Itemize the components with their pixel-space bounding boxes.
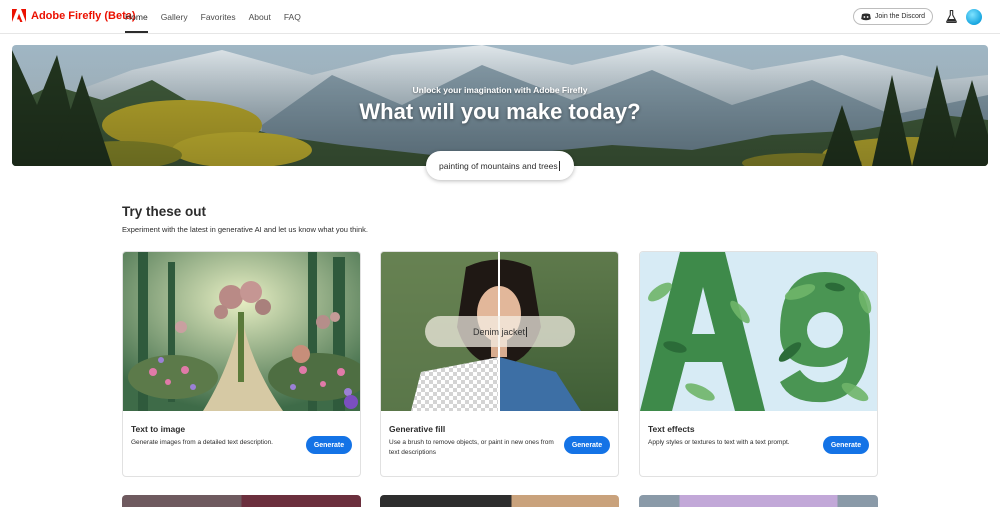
generate-button[interactable]: Generate xyxy=(564,436,610,454)
prompt-input-value: painting of mountains and trees xyxy=(439,160,558,171)
join-discord-button[interactable]: Join the Discord xyxy=(853,8,933,25)
card-title: Generative fill xyxy=(389,424,446,434)
text-effects-preview xyxy=(640,252,877,411)
nav-home[interactable]: Home xyxy=(125,0,148,34)
next-card-preview xyxy=(639,495,878,507)
adobe-logo-icon xyxy=(12,9,26,22)
generate-button[interactable]: Generate xyxy=(823,436,869,454)
card-description: Use a brush to remove objects, or paint … xyxy=(389,439,554,456)
text-caret xyxy=(558,160,560,171)
section-title: Try these out xyxy=(122,204,207,219)
discord-icon xyxy=(861,13,871,20)
card-text-effects[interactable]: Text effects Apply styles or textures to… xyxy=(639,251,878,477)
hero-subtitle: Unlock your imagination with Adobe Firef… xyxy=(412,85,588,95)
text-caret xyxy=(526,326,528,337)
leafy-letters-image xyxy=(640,252,877,411)
prompt-input[interactable]: painting of mountains and trees xyxy=(426,151,574,180)
text-to-image-preview xyxy=(123,252,360,411)
nav-favorites[interactable]: Favorites xyxy=(201,0,236,34)
next-card-preview xyxy=(380,495,619,507)
section-description: Experiment with the latest in generative… xyxy=(122,225,368,234)
card-description: Generate images from a detailed text des… xyxy=(131,439,273,446)
card-generative-fill[interactable]: Denim jacket Generative fill Use a brush… xyxy=(380,251,619,477)
fill-prompt-text: Denim jacket xyxy=(472,326,526,337)
next-card-preview xyxy=(122,495,361,507)
card-text-to-image[interactable]: Text to image Generate images from a det… xyxy=(122,251,361,477)
nav-links: Home Gallery Favorites About FAQ xyxy=(125,0,301,34)
nav-gallery[interactable]: Gallery xyxy=(161,0,188,34)
fantasy-garden-image xyxy=(123,252,360,411)
hero-banner: Unlock your imagination with Adobe Firef… xyxy=(12,45,988,166)
fill-prompt-overlay: Denim jacket xyxy=(425,316,575,347)
top-nav: Adobe Firefly (Beta) Home Gallery Favori… xyxy=(0,0,1000,34)
beta-flask-icon[interactable] xyxy=(946,10,957,23)
hero-title: What will you make today? xyxy=(359,99,641,124)
join-discord-label: Join the Discord xyxy=(874,13,926,20)
card-title: Text to image xyxy=(131,424,186,434)
card-description: Apply styles or textures to text with a … xyxy=(648,439,790,446)
nav-about[interactable]: About xyxy=(249,0,271,34)
user-avatar[interactable] xyxy=(966,9,982,25)
card-title: Text effects xyxy=(648,424,695,434)
generative-fill-preview: Denim jacket xyxy=(381,252,618,411)
generate-button[interactable]: Generate xyxy=(306,436,352,454)
brand-name: Adobe Firefly (Beta) xyxy=(31,10,136,22)
nav-faq[interactable]: FAQ xyxy=(284,0,301,34)
brand-logo[interactable]: Adobe Firefly (Beta) xyxy=(12,9,136,23)
